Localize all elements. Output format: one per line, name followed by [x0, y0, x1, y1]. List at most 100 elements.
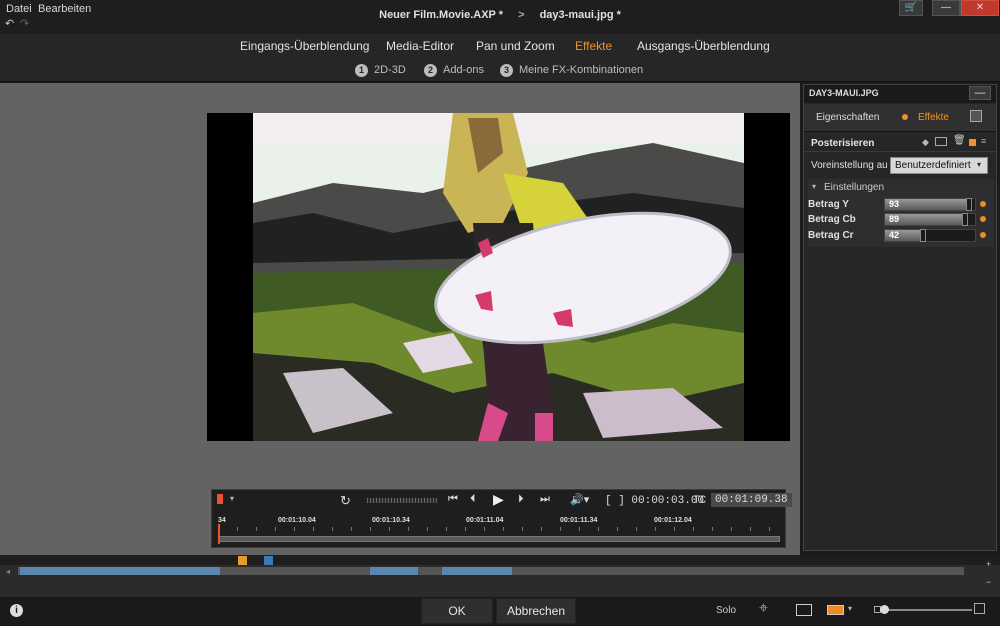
- slider-label: Betrag Y: [808, 199, 849, 210]
- tab-media-editor[interactable]: Media-Editor: [386, 39, 454, 53]
- ruler-label: 00:01:10.34: [372, 517, 410, 524]
- preview-toggle-icon[interactable]: [935, 137, 947, 146]
- tab-effects-panel[interactable]: Effekte: [918, 112, 949, 123]
- tab-effects[interactable]: Effekte: [575, 39, 612, 53]
- panel-title: DAY3-MAUI.JPG: [809, 88, 879, 98]
- loop-icon[interactable]: ↻: [340, 493, 351, 509]
- title-separator: >: [518, 9, 525, 21]
- preview-image: [253, 113, 744, 441]
- expand-triangle-icon[interactable]: ▾: [812, 182, 816, 191]
- effect-category-bar: 1 2D-3D 2 Add-ons 3 Meine FX-Kombinationen: [0, 60, 1000, 82]
- step-back-icon[interactable]: ⏴: [470, 493, 476, 506]
- transport-controls: ▾ ↻ ⏮ ⏴ ▶ ⏵ ⏭ 🔊▾ [ ] 00:00:03.00 TC 00:0…: [211, 489, 792, 548]
- chevron-down-icon[interactable]: ▾: [230, 494, 234, 503]
- ruler-label: 00:01:11.34: [560, 517, 598, 524]
- project-title: Neuer Film.Movie.AXP *: [379, 9, 504, 21]
- enable-effect-icon[interactable]: [969, 139, 976, 146]
- active-dot-icon: [902, 114, 908, 120]
- subtab-number: 3: [500, 64, 513, 77]
- subtab-my-fx[interactable]: 3 Meine FX-Kombinationen: [500, 64, 643, 77]
- keyframe-dot-icon[interactable]: [980, 201, 986, 207]
- ruler-ticks: [218, 527, 780, 531]
- tab-properties[interactable]: Eigenschaften: [816, 112, 879, 123]
- export-icon[interactable]: [796, 604, 812, 616]
- tab-transition-in[interactable]: Eingangs-Überblendung: [240, 39, 369, 53]
- marker-in-icon[interactable]: [238, 556, 247, 565]
- skip-start-icon[interactable]: ⏮: [448, 493, 458, 506]
- collapse-panel-button[interactable]: ―: [969, 86, 991, 100]
- color-swatch[interactable]: [827, 605, 844, 615]
- timeline-header: [0, 555, 1000, 565]
- slider-betrag-cr[interactable]: Betrag Cr 42: [806, 229, 986, 243]
- slider-handle[interactable]: [965, 198, 972, 211]
- zoom-large-icon: [974, 603, 985, 614]
- solo-label[interactable]: Solo: [716, 605, 736, 616]
- zoom-slider-track[interactable]: [884, 609, 972, 611]
- ruler-label: 00:01:12.04: [654, 517, 692, 524]
- minimize-button[interactable]: ―: [932, 0, 960, 16]
- timecode-display[interactable]: 00:01:09.38: [711, 493, 792, 507]
- title-bar: Datei Bearbeiten ↶ ↷ Neuer Film.Movie.AX…: [0, 0, 1000, 34]
- close-button[interactable]: ✕: [961, 0, 999, 16]
- step-forward-icon[interactable]: ⏵: [518, 493, 524, 506]
- cancel-button[interactable]: Abbrechen: [496, 598, 576, 624]
- subtab-number: 2: [424, 64, 437, 77]
- subtab-label: Add-ons: [443, 64, 484, 76]
- panel-tabs: Eigenschaften Effekte: [804, 104, 996, 132]
- chevron-down-icon[interactable]: ▾: [848, 604, 852, 613]
- skip-end-icon[interactable]: ⏭: [540, 493, 550, 506]
- clip-segment[interactable]: [20, 567, 220, 575]
- clip-segment[interactable]: [370, 567, 418, 575]
- tab-pan-zoom[interactable]: Pan und Zoom: [476, 39, 555, 53]
- save-icon[interactable]: [970, 110, 982, 122]
- effect-name: Posterisieren: [811, 138, 875, 149]
- keyframe-dot-icon[interactable]: [980, 216, 986, 222]
- cart-icon[interactable]: 🛒: [899, 0, 923, 16]
- tab-transition-out[interactable]: Ausgangs-Überblendung: [637, 39, 770, 53]
- ok-button[interactable]: OK: [421, 598, 493, 624]
- editor-tabs: Eingangs-Überblendung Media-Editor Pan u…: [0, 34, 1000, 60]
- zoom-out-icon[interactable]: −: [986, 577, 991, 587]
- subtab-label: Meine FX-Kombinationen: [519, 64, 644, 76]
- clip-title: day3-maui.jpg *: [539, 9, 621, 21]
- target-icon[interactable]: ⌖: [759, 600, 768, 618]
- scrub-bar[interactable]: [218, 536, 780, 542]
- marker-icon[interactable]: [217, 494, 223, 504]
- slider-value: 93: [889, 199, 900, 209]
- subtab-2d-3d[interactable]: 1 2D-3D: [355, 64, 406, 77]
- info-icon[interactable]: i: [10, 604, 23, 617]
- slider-track[interactable]: 89: [884, 213, 976, 226]
- slider-label: Betrag Cb: [808, 214, 856, 225]
- scroll-left-icon[interactable]: ◂: [6, 567, 10, 576]
- subtab-label: 2D-3D: [374, 64, 406, 76]
- slider-value: 89: [889, 214, 900, 224]
- zoom-slider-handle[interactable]: [880, 605, 889, 614]
- slider-track[interactable]: 42: [884, 229, 976, 242]
- ruler-label: 00:01:10.04: [278, 517, 316, 524]
- preset-value: Benutzerdefiniert: [895, 160, 971, 171]
- timeline-strip: ◂ + −: [0, 555, 1000, 597]
- keyframe-dot-icon[interactable]: [980, 232, 986, 238]
- chevron-down-icon: ▾: [977, 160, 982, 169]
- keyframe-icon[interactable]: ◆: [922, 137, 929, 148]
- subtab-addons[interactable]: 2 Add-ons: [424, 64, 484, 77]
- slider-betrag-cb[interactable]: Betrag Cb 89: [806, 213, 986, 227]
- section-label: Einstellungen: [824, 182, 885, 193]
- drag-handle-icon[interactable]: ≡: [981, 136, 986, 146]
- marker-out-icon[interactable]: [264, 556, 273, 565]
- slider-handle[interactable]: [962, 213, 969, 226]
- clip-segment[interactable]: [442, 567, 512, 575]
- divider: [804, 151, 996, 152]
- volume-icon[interactable]: 🔊▾: [570, 493, 589, 506]
- slider-handle[interactable]: [919, 229, 926, 242]
- zoom-in-icon[interactable]: +: [986, 559, 991, 569]
- slider-track[interactable]: 93: [884, 198, 976, 211]
- preset-dropdown[interactable]: Benutzerdefiniert ▾: [890, 157, 988, 174]
- document-titles: Neuer Film.Movie.AXP * > day3-maui.jpg *: [0, 9, 1000, 21]
- playhead[interactable]: [218, 524, 220, 544]
- preset-label: Voreinstellung au: [811, 160, 888, 171]
- delete-icon[interactable]: 🗑: [953, 135, 966, 146]
- play-icon[interactable]: ▶: [493, 491, 504, 508]
- shuttle-wheel[interactable]: [367, 498, 437, 503]
- slider-betrag-y[interactable]: Betrag Y 93: [806, 198, 986, 212]
